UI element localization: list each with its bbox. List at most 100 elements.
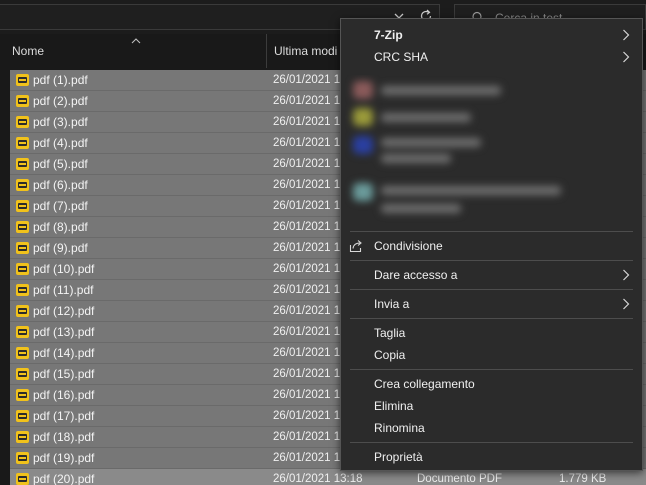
file-date: 26/01/2021 1 [273, 347, 341, 359]
menu-item-label: Dare accesso a [374, 268, 458, 282]
menu-item-give-access[interactable]: Dare accesso a [341, 264, 642, 286]
file-date: 26/01/2021 1 [273, 74, 341, 86]
chevron-right-icon [623, 269, 630, 281]
file-name: pdf (20).pdf [33, 472, 95, 485]
file-row[interactable]: pdf (20).pdf 26/01/2021 13:18 Documento PD… [10, 469, 646, 485]
menu-separator [350, 442, 633, 443]
column-header-date[interactable]: Ultima modi [266, 34, 346, 68]
file-name: pdf (2).pdf [33, 94, 88, 108]
menu-item-label: Taglia [374, 326, 406, 340]
menu-item-rename[interactable]: Rinomina [341, 417, 642, 439]
file-date: 26/01/2021 1 [273, 137, 341, 149]
menu-item-label: Condivisione [374, 239, 443, 253]
file-name: pdf (15).pdf [33, 367, 95, 381]
menu-separator [350, 289, 633, 290]
file-name: pdf (3).pdf [33, 115, 88, 129]
file-date: 26/01/2021 1 [273, 242, 341, 254]
file-size: 1.779 KB [559, 473, 607, 485]
chevron-right-icon [623, 51, 630, 63]
menu-item-send-to[interactable]: Invia a [341, 293, 642, 315]
menu-item-create-shortcut[interactable]: Crea collegamento [341, 373, 642, 395]
menu-item-label: Rinomina [374, 421, 425, 435]
pdf-file-icon [16, 452, 29, 464]
pdf-file-icon [16, 221, 29, 233]
file-name: pdf (16).pdf [33, 388, 95, 402]
pdf-file-icon [16, 410, 29, 422]
pdf-file-icon [16, 74, 29, 86]
menu-item-label: Elimina [374, 399, 414, 413]
menu-item-label: 7-Zip [374, 28, 403, 42]
file-name: pdf (8).pdf [33, 220, 88, 234]
chevron-right-icon [623, 298, 630, 310]
menu-item-properties[interactable]: Proprietà [341, 446, 642, 468]
menu-item-label: Invia a [374, 297, 410, 311]
menu-separator [350, 260, 633, 261]
pdf-file-icon [16, 200, 29, 212]
pdf-file-icon [16, 305, 29, 317]
file-date: 26/01/2021 1 [273, 263, 341, 275]
file-date: 26/01/2021 1 [273, 95, 341, 107]
pdf-file-icon [16, 284, 29, 296]
pdf-file-icon [16, 137, 29, 149]
file-name: pdf (17).pdf [33, 409, 95, 423]
file-date: 26/01/2021 1 [273, 284, 341, 296]
file-date: 26/01/2021 1 [273, 326, 341, 338]
file-date: 26/01/2021 13:18 [273, 473, 363, 485]
menu-item-7zip[interactable]: 7-Zip [341, 24, 642, 46]
pdf-file-icon [16, 389, 29, 401]
file-name: pdf (1).pdf [33, 73, 88, 87]
menu-item-cut[interactable]: Taglia [341, 322, 642, 344]
file-name: pdf (5).pdf [33, 157, 88, 171]
file-name: pdf (6).pdf [33, 178, 88, 192]
file-date: 26/01/2021 1 [273, 179, 341, 191]
file-name: pdf (14).pdf [33, 346, 95, 360]
file-name: pdf (9).pdf [33, 241, 88, 255]
pdf-file-icon [16, 347, 29, 359]
menu-item-copy[interactable]: Copia [341, 344, 642, 366]
file-name: pdf (10).pdf [33, 262, 95, 276]
pdf-file-icon [16, 158, 29, 170]
file-date: 26/01/2021 1 [273, 158, 341, 170]
menu-item-crc-sha[interactable]: CRC SHA [341, 46, 642, 68]
file-date: 26/01/2021 1 [273, 410, 341, 422]
pdf-file-icon [16, 326, 29, 338]
pdf-file-icon [16, 179, 29, 191]
chevron-right-icon [623, 29, 630, 41]
pdf-file-icon [16, 95, 29, 107]
file-name: pdf (11).pdf [33, 283, 94, 297]
file-date: 26/01/2021 1 [273, 200, 341, 212]
file-date: 26/01/2021 1 [273, 452, 341, 464]
menu-separator [350, 318, 633, 319]
file-type: Documento PDF [417, 473, 503, 485]
pdf-file-icon [16, 431, 29, 443]
menu-item-delete[interactable]: Elimina [341, 395, 642, 417]
redacted-menu-items [345, 75, 638, 230]
file-date: 26/01/2021 1 [273, 431, 341, 443]
file-name: pdf (19).pdf [33, 451, 95, 465]
menu-item-label: Proprietà [374, 450, 423, 464]
menu-item-share[interactable]: Condivisione [341, 235, 642, 257]
pdf-file-icon [16, 473, 29, 485]
share-icon [349, 240, 362, 253]
file-date: 26/01/2021 1 [273, 116, 341, 128]
menu-separator [350, 369, 633, 370]
menu-item-label: Copia [374, 348, 406, 362]
file-date: 26/01/2021 1 [273, 368, 341, 380]
pdf-file-icon [16, 116, 29, 128]
file-date: 26/01/2021 1 [273, 389, 341, 401]
pdf-file-icon [16, 368, 29, 380]
file-date: 26/01/2021 1 [273, 221, 341, 233]
pdf-file-icon [16, 263, 29, 275]
menu-item-label: CRC SHA [374, 50, 429, 64]
file-name: pdf (12).pdf [33, 304, 95, 318]
menu-separator [350, 231, 633, 232]
file-name: pdf (13).pdf [33, 325, 95, 339]
file-date: 26/01/2021 1 [273, 305, 341, 317]
context-menu: 7-Zip CRC SHA Condivisione Dare accesso … [340, 18, 643, 471]
sort-up-icon [131, 38, 141, 44]
pdf-file-icon [16, 242, 29, 254]
file-name: pdf (4).pdf [33, 136, 88, 150]
file-name: pdf (18).pdf [33, 430, 95, 444]
menu-item-label: Crea collegamento [374, 377, 475, 391]
file-name: pdf (7).pdf [33, 199, 88, 213]
